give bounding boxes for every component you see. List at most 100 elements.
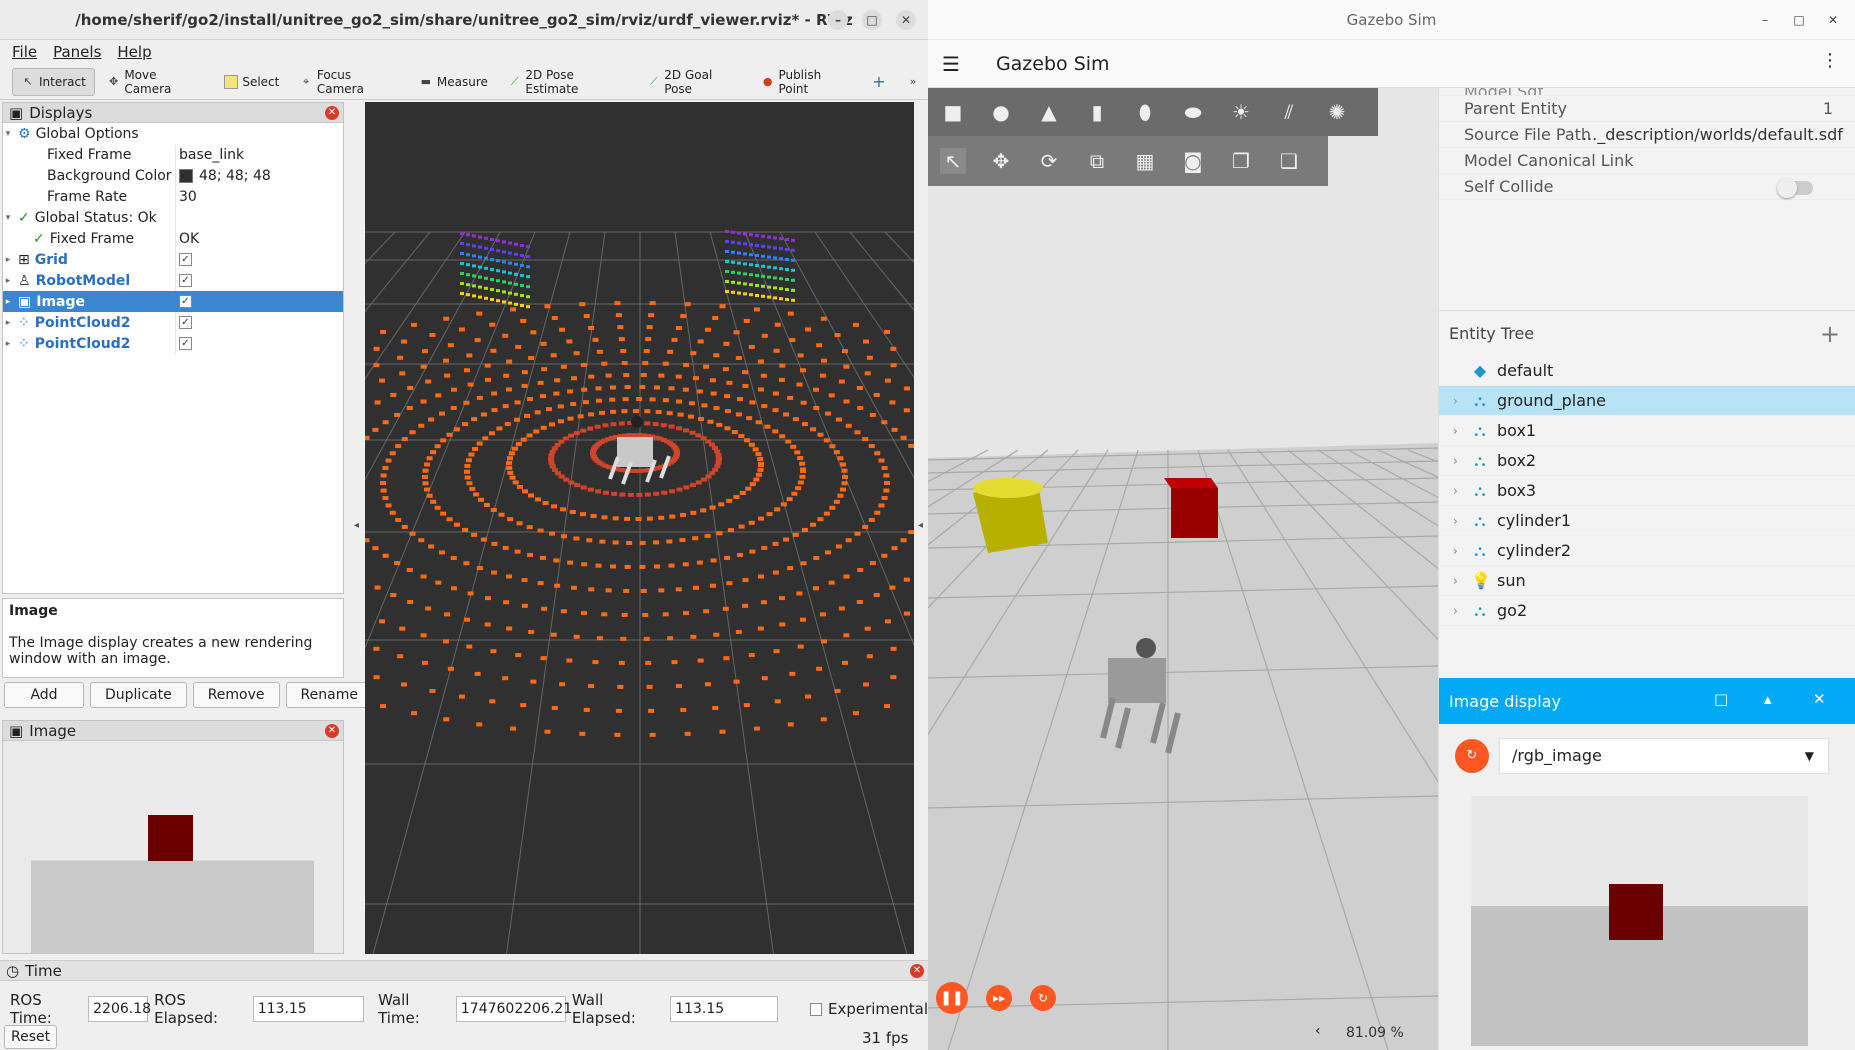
publish-point-tool[interactable]: ● Publish Point	[753, 68, 860, 96]
chevron-right-icon[interactable]: ›	[1453, 484, 1463, 498]
close-icon[interactable]: ✕	[325, 724, 339, 738]
reset-sim-button[interactable]: ↻	[1030, 985, 1056, 1011]
capsule-shape-icon[interactable]: ⬮	[1132, 99, 1158, 125]
entity-cylinder1[interactable]: › ⛬ cylinder1	[1439, 506, 1855, 536]
cone-shape-icon[interactable]: ▲	[1036, 99, 1062, 125]
overflow-button[interactable]: »	[898, 68, 928, 96]
pause-button[interactable]: ❚❚	[936, 982, 968, 1014]
tree-row-pointcloud2[interactable]: ▸ ⁘ PointCloud2 ✓	[3, 333, 343, 354]
pose-estimate-tool[interactable]: ⟋ 2D Pose Estimate	[500, 68, 635, 96]
ellipsoid-shape-icon[interactable]: ⬬	[1180, 99, 1206, 125]
maximize-icon[interactable]: □	[862, 10, 882, 30]
camera-icon[interactable]: ◙	[1180, 148, 1206, 174]
collapse-left-icon[interactable]: ◂	[354, 520, 359, 531]
entity-cylinder2[interactable]: › ⛬ cylinder2	[1439, 536, 1855, 566]
step-button[interactable]: ▸▸	[986, 985, 1012, 1011]
chevron-right-icon[interactable]: ▸	[3, 339, 13, 349]
close-icon[interactable]: ✕	[910, 964, 924, 978]
add-button[interactable]: Add	[4, 682, 84, 708]
rename-button[interactable]: Rename	[285, 682, 373, 708]
chevron-right-icon[interactable]: ▸	[3, 318, 13, 328]
entity-go2[interactable]: › ⛬ go2	[1439, 596, 1855, 626]
hamburger-menu-icon[interactable]: ☰	[942, 52, 960, 76]
remove-button[interactable]: Remove	[192, 682, 280, 708]
tree-row-grid[interactable]: ▸ ⊞ Grid ✓	[3, 249, 343, 270]
experimental-checkbox[interactable]	[809, 1002, 822, 1016]
close-icon[interactable]: ✕	[896, 10, 916, 30]
goal-pose-tool[interactable]: ⟋ 2D Goal Pose	[639, 68, 749, 96]
chevron-right-icon[interactable]: ›	[1453, 424, 1463, 438]
tree-row-robotmodel[interactable]: ▸ ♙ RobotModel ✓	[3, 270, 343, 291]
entity-ground-plane[interactable]: › ⛬ ground_plane	[1439, 386, 1855, 416]
entity-box1[interactable]: › ⛬ box1	[1439, 416, 1855, 446]
topic-select[interactable]: /rgb_image ▼	[1499, 738, 1829, 774]
select-arrow-icon[interactable]: ↖	[940, 148, 966, 174]
menu-help[interactable]: Help	[117, 40, 151, 64]
tree-row-fixed-frame[interactable]: Fixed Frame base_link	[3, 144, 343, 165]
chevron-left-icon[interactable]: ‹	[1315, 1023, 1321, 1039]
wall-elapsed-field[interactable]: 113.15	[670, 996, 778, 1022]
rotate-icon[interactable]: ⟳	[1036, 148, 1062, 174]
tree-row-background-color[interactable]: Background Color 48; 48; 48	[3, 165, 343, 186]
tree-row-status-fixed-frame[interactable]: ✓ Fixed Frame OK	[3, 228, 343, 249]
wall-time-field[interactable]: 1747602206.21	[455, 996, 572, 1022]
copy-icon[interactable]: ❐	[1228, 148, 1254, 174]
entity-box2[interactable]: › ⛬ box2	[1439, 446, 1855, 476]
chevron-right-icon[interactable]: ›	[1453, 514, 1463, 528]
menu-panels[interactable]: Panels	[53, 40, 101, 64]
paste-icon[interactable]: ❏	[1276, 148, 1302, 174]
transform-control-icon[interactable]: ⧉	[1084, 148, 1110, 174]
minimize-icon[interactable]: –	[1755, 10, 1775, 30]
chevron-right-icon[interactable]: ›	[1453, 574, 1463, 588]
menu-file[interactable]: File	[12, 40, 37, 64]
tree-row-global-options[interactable]: ▾ ⚙ Global Options	[3, 123, 343, 144]
close-icon[interactable]: ✕	[1813, 690, 1826, 708]
checkbox[interactable]: ✓	[179, 295, 192, 308]
entity-sun[interactable]: › 💡 sun	[1439, 566, 1855, 596]
chevron-right-icon[interactable]: ▸	[3, 297, 13, 307]
entity-default[interactable]: ◆ default	[1439, 356, 1855, 386]
more-vert-icon[interactable]: ⋮	[1821, 50, 1839, 71]
close-icon[interactable]: ✕	[325, 106, 339, 120]
measure-tool[interactable]: ▬ Measure	[411, 68, 496, 96]
sphere-shape-icon[interactable]: ●	[988, 99, 1014, 125]
minimize-icon[interactable]: –	[828, 10, 848, 30]
box-shape-icon[interactable]: ■	[940, 99, 966, 125]
ros-elapsed-field[interactable]: 113.15	[252, 996, 365, 1022]
chevron-right-icon[interactable]: ›	[1453, 544, 1463, 558]
gazebo-3d-scene[interactable]: ■ ● ▲ ▮ ⬮ ⬬ ☀ ⫽ ✺ ↖ ✥ ⟳ ⧉ ▦ ◙ ❐ ❏ ❚❚ ▸▸ …	[928, 88, 1438, 1050]
duplicate-button[interactable]: Duplicate	[90, 682, 187, 708]
add-icon[interactable]: +	[1820, 320, 1840, 348]
move-camera-tool[interactable]: ✥ Move Camera	[99, 68, 213, 96]
close-icon[interactable]: ✕	[1823, 10, 1843, 30]
color-swatch[interactable]	[179, 168, 193, 183]
checkbox[interactable]: ✓	[179, 253, 192, 266]
grid-snap-icon[interactable]: ▦	[1132, 148, 1158, 174]
ros-time-field[interactable]: 2206.18	[88, 996, 151, 1022]
tree-row-pointcloud2[interactable]: ▸ ⁘ PointCloud2 ✓	[3, 312, 343, 333]
chevron-down-icon[interactable]: ▾	[3, 129, 13, 139]
3d-viewport[interactable]	[365, 102, 914, 954]
focus-camera-tool[interactable]: ⌖ Focus Camera	[291, 68, 407, 96]
cylinder-shape-icon[interactable]: ▮	[1084, 99, 1110, 125]
checkbox[interactable]: ✓	[179, 316, 192, 329]
chevron-right-icon[interactable]: ▸	[3, 255, 13, 265]
collapse-right-icon[interactable]: ◂	[918, 520, 923, 531]
maximize-icon[interactable]: □	[1714, 690, 1728, 708]
collapse-up-icon[interactable]: ▴	[1764, 690, 1772, 708]
sun-light-icon[interactable]: ☀	[1228, 99, 1254, 125]
spot-light-icon[interactable]: ✺	[1324, 99, 1350, 125]
chevron-right-icon[interactable]: ›	[1453, 454, 1463, 468]
maximize-icon[interactable]: □	[1789, 10, 1809, 30]
directional-light-icon[interactable]: ⫽	[1276, 99, 1302, 125]
reset-button[interactable]: Reset	[4, 1025, 58, 1049]
refresh-topics-button[interactable]: ↻	[1455, 739, 1489, 773]
select-tool[interactable]: Select	[216, 68, 287, 96]
checkbox[interactable]: ✓	[179, 274, 192, 287]
tree-row-frame-rate[interactable]: Frame Rate 30	[3, 186, 343, 207]
chevron-down-icon[interactable]: ▾	[3, 213, 13, 223]
entity-box3[interactable]: › ⛬ box3	[1439, 476, 1855, 506]
interact-tool[interactable]: ↖ Interact	[12, 67, 95, 96]
self-collide-toggle[interactable]	[1777, 178, 1813, 198]
checkbox[interactable]: ✓	[179, 337, 192, 350]
